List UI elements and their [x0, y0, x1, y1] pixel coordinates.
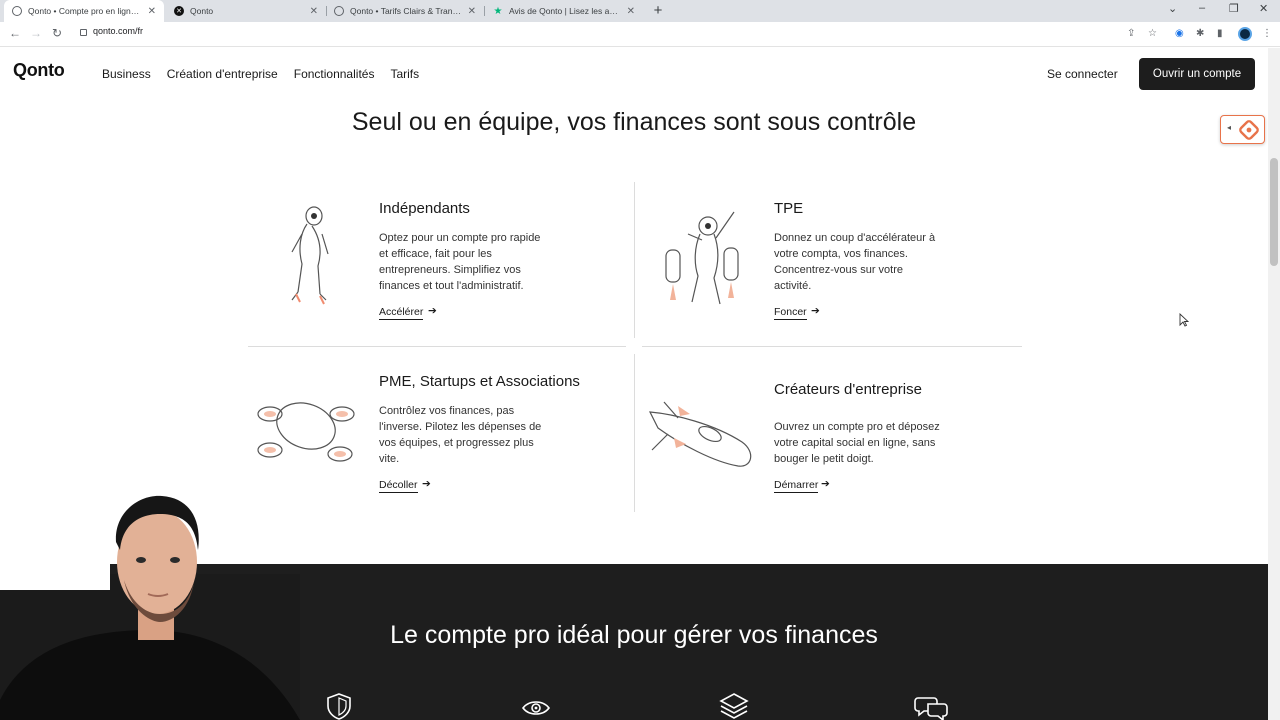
- drone-icon: [257, 402, 355, 462]
- card-description: Donnez un coup d'accélérateur à votre co…: [774, 230, 959, 294]
- nav-business[interactable]: Business: [102, 67, 151, 81]
- nav-features[interactable]: Fonctionnalités: [294, 67, 375, 81]
- main-nav: Business Création d'entreprise Fonctionn…: [102, 67, 419, 81]
- divider: [642, 346, 1022, 347]
- card-desc-line: Donnez un coup d'accélérateur à: [774, 232, 936, 244]
- astronaut-icon: [291, 206, 329, 305]
- close-icon[interactable]: ✕: [468, 6, 476, 17]
- arrow-right-icon[interactable]: ➔: [821, 478, 830, 490]
- browser-tab[interactable]: Qonto • Tarifs Clairs & Transpare ✕: [326, 0, 484, 22]
- back-icon[interactable]: ←: [9, 26, 21, 40]
- qonto-logo[interactable]: Qonto: [13, 60, 65, 81]
- star-favicon-icon: ★: [493, 5, 503, 17]
- eye-icon: [521, 701, 551, 715]
- divider: [634, 182, 635, 338]
- window-close-icon[interactable]: ✕: [1259, 2, 1268, 15]
- card-desc-line: Optez pour un compte pro rapide: [379, 232, 541, 244]
- nav-creation[interactable]: Création d'entreprise: [167, 67, 278, 81]
- card-link-demarrer[interactable]: Démarrer: [774, 479, 819, 493]
- login-link[interactable]: Se connecter: [1047, 67, 1118, 81]
- new-tab-button[interactable]: +: [650, 2, 666, 19]
- card-description: Optez pour un compte pro rapide et effic…: [379, 230, 564, 294]
- close-icon[interactable]: ✕: [310, 6, 318, 17]
- qonto-diamond-icon: [1239, 120, 1259, 140]
- extension-icon[interactable]: ◉: [1175, 28, 1184, 39]
- layers-icon: [719, 693, 749, 719]
- menu-kebab-icon[interactable]: ⋮: [1262, 28, 1272, 39]
- tab-search-icon[interactable]: ⌄: [1168, 2, 1177, 15]
- chevron-left-icon: ◂: [1227, 123, 1232, 132]
- card-desc-line: Concentrez-vous sur votre: [774, 264, 903, 276]
- puzzle-icon[interactable]: ✱: [1196, 28, 1204, 39]
- card-desc-line: votre compta, vos finances.: [774, 248, 908, 260]
- url-text: qonto.com/fr: [93, 26, 144, 36]
- webcam-overlay: [0, 490, 300, 720]
- spaceship-icon: [648, 401, 752, 467]
- card-description: Ouvrez un compte pro et déposez votre ca…: [774, 419, 959, 467]
- browser-tab[interactable]: ★ Avis de Qonto | Lisez les avis ma ✕: [485, 0, 643, 22]
- reload-icon[interactable]: ↻: [52, 26, 62, 40]
- card-description: Contrôlez vos finances, pas l'inverse. P…: [379, 403, 564, 467]
- forward-icon[interactable]: →: [30, 26, 42, 40]
- card-desc-line: vite.: [379, 453, 400, 465]
- close-icon[interactable]: ✕: [148, 6, 156, 17]
- card-title: PME, Startups et Associations: [379, 373, 580, 390]
- browser-tab[interactable]: ✕ Qonto ✕: [166, 0, 326, 22]
- tab-title: Qonto: [190, 6, 214, 16]
- side-panel-icon[interactable]: ▮: [1217, 28, 1223, 39]
- arrow-right-icon[interactable]: ➔: [422, 478, 431, 490]
- card-link-foncer[interactable]: Foncer: [774, 306, 807, 320]
- share-icon[interactable]: ⇪: [1127, 28, 1135, 39]
- site-header: Qonto Business Création d'entreprise Fon…: [0, 48, 1268, 100]
- nav-pricing[interactable]: Tarifs: [390, 67, 419, 81]
- card-desc-line: votre capital social en ligne, sans: [774, 437, 936, 449]
- divider: [634, 354, 635, 512]
- card-desc-line: entrepreneurs. Simplifiez vos: [379, 264, 521, 276]
- chat-icon: [914, 697, 948, 720]
- minimize-icon[interactable]: –: [1199, 2, 1205, 14]
- scrollbar-track[interactable]: [1268, 48, 1280, 720]
- card-desc-line: l'inverse. Pilotez les dépenses de: [379, 421, 542, 433]
- tab-title: Qonto • Compte pro en ligne po: [28, 6, 142, 16]
- address-bar[interactable]: qonto.com/fr: [80, 26, 143, 36]
- browser-tab-strip: Qonto • Compte pro en ligne po ✕ ✕ Qonto…: [0, 0, 1280, 22]
- card-desc-line: activité.: [774, 280, 812, 292]
- profile-avatar[interactable]: [1238, 27, 1252, 41]
- lock-icon: [80, 28, 87, 36]
- card-desc-line: vos équipes, et progressez plus: [379, 437, 534, 449]
- tab-title: Qonto • Tarifs Clairs & Transpare: [350, 6, 462, 16]
- globe-icon: [12, 6, 22, 16]
- card-desc-line: Ouvrez un compte pro et déposez: [774, 421, 940, 433]
- open-account-button[interactable]: Ouvrir un compte: [1139, 58, 1255, 90]
- jetpack-icon: [665, 211, 739, 305]
- card-desc-line: et efficace, fait pour les: [379, 248, 492, 260]
- card-desc-line: Contrôlez vos finances, pas: [379, 405, 515, 417]
- mouse-cursor-icon: [1179, 313, 1189, 327]
- divider: [248, 346, 626, 347]
- card-title: TPE: [774, 200, 804, 217]
- arrow-right-icon[interactable]: ➔: [428, 305, 437, 317]
- browser-toolbar: ← → ↻ qonto.com/fr ⇪ ☆ ◉ ✱ ▮ ⋮: [0, 22, 1280, 47]
- card-desc-line: finances et tout l'administratif.: [379, 280, 524, 292]
- card-title: Indépendants: [379, 200, 470, 217]
- globe-icon: [334, 6, 344, 16]
- card-desc-line: bouger le petit doigt.: [774, 453, 874, 465]
- card-link-decoller[interactable]: Décoller: [379, 479, 418, 493]
- close-icon[interactable]: ✕: [627, 6, 635, 17]
- qonto-favicon-icon: ✕: [174, 6, 184, 16]
- card-title: Créateurs d'entreprise: [774, 381, 922, 398]
- tab-title: Avis de Qonto | Lisez les avis ma: [509, 6, 621, 16]
- arrow-right-icon[interactable]: ➔: [811, 305, 820, 317]
- browser-tab[interactable]: Qonto • Compte pro en ligne po ✕: [4, 0, 164, 22]
- side-widget[interactable]: ◂: [1220, 115, 1265, 144]
- section-title: Seul ou en équipe, vos finances sont sou…: [351, 108, 917, 136]
- restore-icon[interactable]: ❐: [1229, 2, 1239, 15]
- bookmark-star-icon[interactable]: ☆: [1148, 28, 1157, 39]
- card-link-accelerer[interactable]: Accélérer: [379, 306, 424, 320]
- scrollbar-thumb[interactable]: [1270, 158, 1278, 266]
- shield-icon: [327, 693, 351, 720]
